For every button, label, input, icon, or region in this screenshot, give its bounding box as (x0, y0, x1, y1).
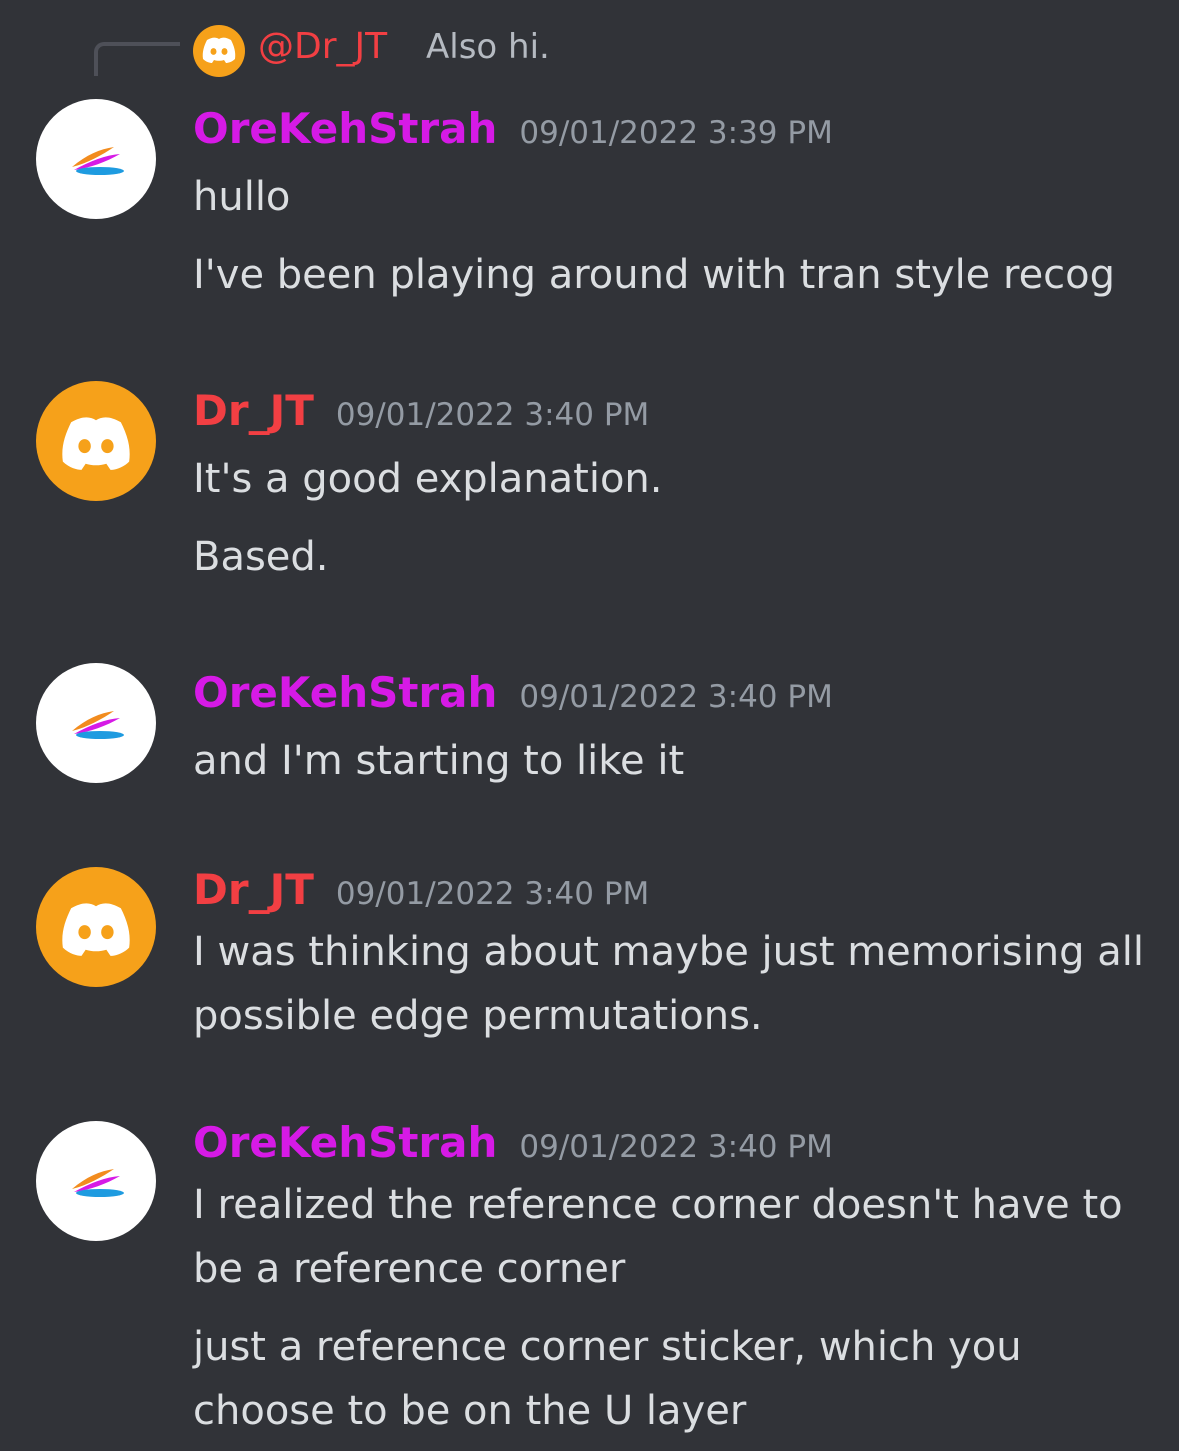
author-name[interactable]: Dr_JT (193, 386, 314, 435)
chat-log: @Dr_JT Also hi. OreKehStrah 09/01/2022 3:… (0, 0, 1179, 1451)
message-text: I realized the reference corner doesn't … (193, 1182, 1123, 1228)
message-content: I was thinking about maybe just memorisi… (193, 920, 1153, 1048)
message-content: hullo I've been playing around with tran… (193, 165, 1153, 307)
avatar[interactable] (36, 99, 156, 219)
author-name[interactable]: Dr_JT (193, 865, 314, 914)
timestamp: 09/01/2022 3:40 PM (519, 679, 833, 715)
author-name[interactable]: OreKehStrah (193, 104, 497, 153)
reply-text[interactable]: Also hi. (426, 22, 550, 72)
message-header: OreKehStrah 09/01/2022 3:40 PM (193, 663, 833, 727)
reply-connector-line (94, 42, 180, 76)
message-header: Dr_JT 09/01/2022 3:40 PM (193, 381, 649, 445)
timestamp: 09/01/2022 3:40 PM (335, 876, 650, 912)
message-text: possible edge permutations. (193, 993, 763, 1039)
message-text: Based. (193, 534, 329, 580)
message-text: choose to be on the U layer (193, 1388, 747, 1434)
message-text: just a reference corner sticker, which y… (193, 1324, 1022, 1370)
message-text: and I'm starting to like it (193, 738, 685, 784)
message-text: I was thinking about maybe just memorisi… (193, 929, 1144, 975)
message-text: I've been playing around with tran style… (193, 252, 1116, 298)
timestamp: 09/01/2022 3:40 PM (519, 1129, 833, 1165)
discord-logo-icon (62, 417, 130, 470)
message-text: It's a good explanation. (193, 456, 663, 502)
message-header: OreKehStrah 09/01/2022 3:40 PM (193, 1113, 833, 1177)
reply-avatar[interactable] (193, 25, 245, 77)
avatar[interactable] (36, 867, 156, 987)
avatar[interactable] (36, 381, 156, 501)
message-content: and I'm starting to like it (193, 729, 1153, 793)
message-content: It's a good explanation. Based. (193, 447, 1153, 589)
feather-icon (72, 1169, 124, 1197)
message-header: Dr_JT 09/01/2022 3:40 PM (193, 860, 649, 924)
discord-logo-icon (62, 903, 130, 956)
timestamp: 09/01/2022 3:39 PM (519, 115, 833, 151)
feather-icon (72, 711, 124, 739)
discord-logo-icon (202, 37, 236, 63)
author-name[interactable]: OreKehStrah (193, 668, 497, 717)
message-text: hullo (193, 174, 291, 220)
message-header: OreKehStrah 09/01/2022 3:39 PM (193, 99, 833, 163)
message-content: I realized the reference corner doesn't … (193, 1173, 1153, 1443)
timestamp: 09/01/2022 3:40 PM (335, 397, 650, 433)
feather-icon (72, 147, 124, 175)
message-text: be a reference corner (193, 1246, 626, 1292)
author-name[interactable]: OreKehStrah (193, 1118, 497, 1167)
reply-author[interactable]: @Dr_JT (258, 22, 387, 72)
reply-reference[interactable]: @Dr_JT Also hi. (0, 22, 1179, 77)
avatar[interactable] (36, 663, 156, 783)
avatar[interactable] (36, 1121, 156, 1241)
